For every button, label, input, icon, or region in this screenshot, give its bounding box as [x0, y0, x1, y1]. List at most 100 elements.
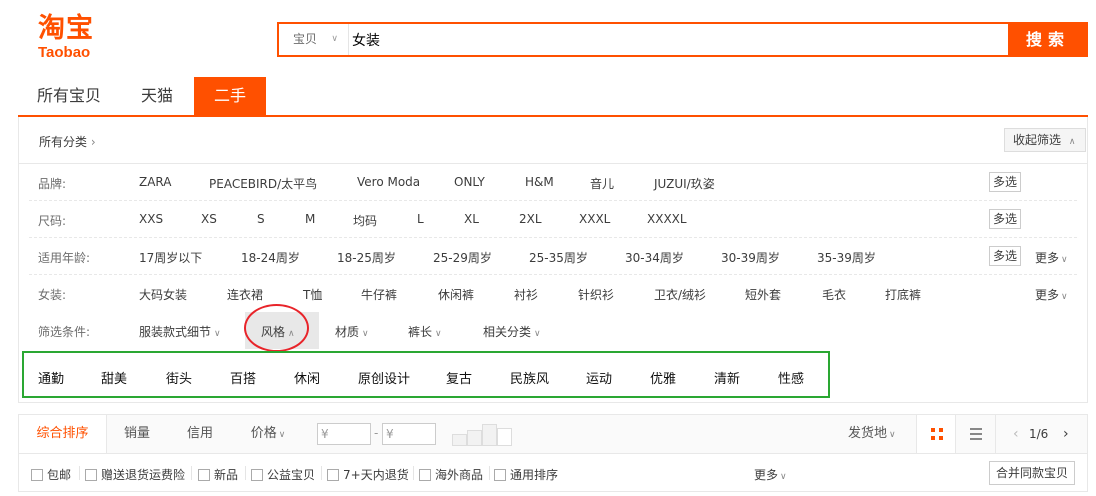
checkbox-7day-return[interactable]: 7+天内退货: [327, 466, 409, 483]
filter-label-conditions: 筛选条件:: [38, 325, 91, 339]
style-option[interactable]: 优雅: [650, 368, 676, 387]
checkbox-icon: [85, 469, 97, 481]
chevron-down-icon: ∨: [780, 472, 787, 482]
next-page-icon[interactable]: ›: [1063, 415, 1069, 453]
filter-option[interactable]: 卫衣/绒衫: [654, 286, 706, 303]
style-option[interactable]: 运动: [586, 368, 612, 387]
filter-option[interactable]: 毛衣: [822, 286, 846, 303]
merge-same-items-button[interactable]: 合并同款宝贝: [989, 461, 1075, 485]
filter-option[interactable]: 短外套: [745, 286, 781, 303]
tab-second-hand[interactable]: 二手: [194, 77, 266, 115]
style-option[interactable]: 清新: [714, 368, 740, 387]
checkbox-new[interactable]: 新品: [198, 466, 238, 483]
checkbox-overseas[interactable]: 海外商品: [419, 466, 483, 483]
filter-option[interactable]: 25-35周岁: [529, 249, 588, 266]
multi-select-button[interactable]: 多选: [989, 209, 1021, 229]
collapse-filter-button[interactable]: 收起筛选 ∧: [1004, 128, 1086, 152]
filter-option[interactable]: L: [417, 212, 424, 226]
filter-option[interactable]: ZARA: [139, 175, 172, 189]
style-option[interactable]: 复古: [446, 368, 472, 387]
filter-option[interactable]: 均码: [353, 212, 377, 229]
checkbox-charity[interactable]: 公益宝贝: [251, 466, 315, 483]
filter-label-age: 适用年龄:: [38, 251, 91, 265]
price-min-input[interactable]: ¥: [317, 423, 371, 445]
filter-option[interactable]: 针织衫: [578, 286, 614, 303]
sort-price[interactable]: 价格 ∨: [233, 415, 303, 453]
dropdown-related-category[interactable]: 相关分类 ∨: [483, 323, 541, 340]
prev-page-icon[interactable]: ‹: [1013, 415, 1019, 453]
search-category-select[interactable]: 宝贝 ∨: [279, 24, 349, 55]
filter-option[interactable]: 音儿: [590, 175, 614, 192]
divider: [79, 466, 80, 480]
style-option[interactable]: 休闲: [294, 368, 320, 387]
sort-sales[interactable]: 销量: [107, 415, 167, 453]
filter-option[interactable]: M: [305, 212, 315, 226]
style-option[interactable]: 原创设计: [358, 368, 410, 387]
filter-option[interactable]: 17周岁以下: [139, 249, 202, 266]
filter-option[interactable]: 大码女装: [139, 286, 187, 303]
multi-select-button[interactable]: 多选: [989, 246, 1021, 266]
sort-default[interactable]: 综合排序: [19, 415, 107, 453]
filter-option[interactable]: 30-34周岁: [625, 249, 684, 266]
filter-option[interactable]: 18-24周岁: [241, 249, 300, 266]
multi-select-button[interactable]: 多选: [989, 172, 1021, 192]
filter-option[interactable]: T恤: [303, 286, 322, 303]
more-options-button[interactable]: 更多 ∨: [754, 466, 787, 483]
chevron-down-icon: ∨: [435, 329, 442, 339]
more-button[interactable]: 更多 ∨: [1035, 249, 1068, 266]
checkbox-label: 新品: [214, 468, 239, 482]
filter-option[interactable]: PEACEBIRD/太平鸟: [209, 175, 317, 192]
style-option[interactable]: 性感: [778, 368, 804, 387]
histogram-bar: [497, 428, 512, 446]
dropdown-pants-length[interactable]: 裤长 ∨: [408, 323, 442, 340]
histogram-bar: [452, 434, 467, 446]
filter-option[interactable]: Vero Moda: [357, 175, 420, 189]
ship-from-dropdown[interactable]: 发货地 ∨: [848, 415, 896, 454]
filter-option[interactable]: XS: [201, 212, 217, 226]
filter-option[interactable]: 牛仔裤: [361, 286, 397, 303]
price-range-histogram[interactable]: [452, 424, 514, 446]
grid-view-button[interactable]: [916, 415, 956, 453]
filter-option[interactable]: 连衣裙: [227, 286, 263, 303]
filter-option[interactable]: S: [257, 212, 265, 226]
breadcrumb-all-categories[interactable]: 所有分类 ›: [39, 133, 96, 150]
filter-option[interactable]: H&M: [525, 175, 554, 189]
filter-option[interactable]: XXS: [139, 212, 163, 226]
taobao-logo[interactable]: 淘宝 Taobao: [38, 14, 108, 64]
grid-view-icon: [931, 428, 943, 440]
style-option[interactable]: 民族风: [510, 368, 549, 387]
filter-label-brand: 品牌:: [38, 177, 67, 191]
filter-option[interactable]: XL: [464, 212, 479, 226]
tab-tmall[interactable]: 天猫: [120, 77, 194, 115]
filter-option[interactable]: 休闲裤: [438, 286, 474, 303]
search-input[interactable]: [349, 24, 1009, 55]
filter-option[interactable]: XXXL: [579, 212, 610, 226]
style-option[interactable]: 百搭: [230, 368, 256, 387]
checkbox-icon: [494, 469, 506, 481]
more-label: 更多: [1035, 251, 1060, 265]
tab-all-items[interactable]: 所有宝贝: [18, 77, 120, 115]
more-button[interactable]: 更多 ∨: [1035, 286, 1068, 303]
filter-option[interactable]: 2XL: [519, 212, 542, 226]
style-option[interactable]: 甜美: [101, 368, 127, 387]
search-button[interactable]: 搜索: [1008, 22, 1088, 57]
filter-option[interactable]: 35-39周岁: [817, 249, 876, 266]
sort-credit[interactable]: 信用: [169, 415, 231, 453]
price-max-input[interactable]: ¥: [382, 423, 436, 445]
style-option[interactable]: 通勤: [38, 368, 64, 387]
filter-option[interactable]: 打底裤: [885, 286, 921, 303]
style-option[interactable]: 街头: [166, 368, 192, 387]
filter-option[interactable]: XXXXL: [647, 212, 687, 226]
dropdown-style-detail[interactable]: 服装款式细节 ∨: [139, 323, 221, 340]
filter-option[interactable]: 18-25周岁: [337, 249, 396, 266]
checkbox-general-sort[interactable]: 通用排序: [494, 466, 558, 483]
filter-option[interactable]: 25-29周岁: [433, 249, 492, 266]
filter-option[interactable]: ONLY: [454, 175, 485, 189]
filter-option[interactable]: JUZUI/玖姿: [654, 175, 715, 192]
filter-option[interactable]: 衬衫: [514, 286, 538, 303]
checkbox-free-shipping[interactable]: 包邮: [31, 466, 71, 483]
checkbox-return-insurance[interactable]: 赠送退货运费险: [85, 466, 185, 483]
filter-option[interactable]: 30-39周岁: [721, 249, 780, 266]
list-view-button[interactable]: [956, 415, 996, 453]
dropdown-material[interactable]: 材质 ∨: [335, 323, 369, 340]
